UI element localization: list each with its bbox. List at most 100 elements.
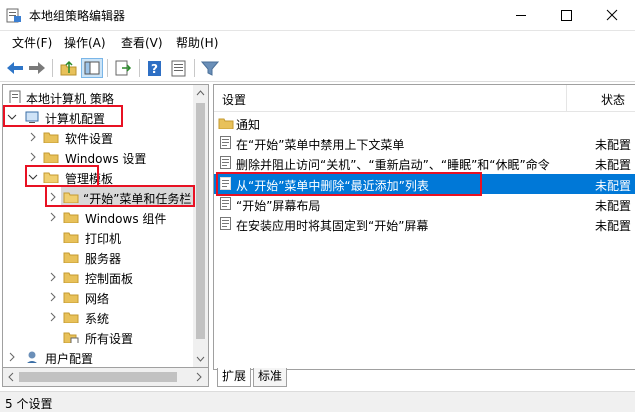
console-tree: 本地计算机 策略 计算机配置 软件设置 Windows 设置 管理模板 “开始”…: [2, 84, 209, 368]
tree-item-local-policy[interactable]: 本地计算机 策略: [3, 87, 193, 107]
list-row-setting[interactable]: 在“开始”菜单中禁用上下文菜单 未配置: [214, 133, 635, 153]
chevron-right-icon: [50, 312, 56, 322]
group-policy-icon: [6, 8, 21, 23]
annotation-box: [216, 172, 482, 196]
filter-button[interactable]: [199, 58, 221, 78]
setting-state: 未配置: [595, 179, 632, 193]
list-row-setting[interactable]: 在安装应用时将其固定到“开始”屏幕 未配置: [214, 214, 635, 234]
menu-bar: 文件(F) 操作(A) 查看(V) 帮助(H): [0, 31, 635, 53]
toolbar: ?: [0, 55, 635, 82]
policy-setting-icon: [220, 217, 231, 230]
tree-item-software-settings[interactable]: 软件设置: [3, 127, 193, 147]
tree-label: 用户配置: [45, 352, 94, 366]
folder-icon: [43, 152, 59, 163]
forward-arrow-icon: [29, 62, 45, 74]
policy-setting-icon: [220, 197, 231, 210]
folder-icon: [43, 132, 59, 143]
tree-label: 打印机: [85, 232, 122, 246]
annotation-box: [3, 105, 123, 127]
folder-icon: [63, 212, 79, 223]
setting-name: 在安装应用时将其固定到“开始”屏幕: [236, 219, 429, 233]
user-icon: [27, 351, 37, 363]
maximize-button[interactable]: [544, 0, 589, 30]
tree-label: 控制面板: [85, 272, 134, 286]
setting-name: “开始”屏幕布局: [236, 199, 321, 213]
back-button[interactable]: [4, 58, 26, 78]
tree-label: 软件设置: [65, 132, 114, 146]
setting-name: 删除并阻止访问“关机”、“重新启动”、“睡眠”和“休眠”命令: [236, 158, 550, 172]
folder-icon: [63, 232, 79, 243]
close-button[interactable]: [590, 0, 635, 30]
tree-item-control-panel[interactable]: 控制面板: [3, 267, 193, 287]
chevron-right-icon: [50, 272, 56, 282]
export-list-button[interactable]: [112, 58, 134, 78]
help-button[interactable]: ?: [144, 58, 166, 78]
chevron-right-icon: [30, 152, 36, 162]
menu-file[interactable]: 文件(F): [12, 34, 52, 51]
back-arrow-icon: [7, 62, 23, 74]
menu-help[interactable]: 帮助(H): [176, 34, 218, 51]
properties-icon: [171, 60, 186, 77]
view-tabs: 扩展 标准: [213, 368, 635, 388]
column-divider: [566, 85, 567, 111]
list-header: 设置 状态: [214, 85, 635, 112]
tree-item-network[interactable]: 网络: [3, 287, 193, 307]
setting-name: 在“开始”菜单中禁用上下文菜单: [236, 138, 405, 152]
forward-button[interactable]: [26, 58, 48, 78]
toolbar-separator: [52, 59, 53, 77]
folder-icon: [63, 252, 79, 263]
tab-standard[interactable]: 标准: [253, 368, 288, 387]
policy-doc-icon: [9, 90, 21, 103]
tree-label: 系统: [85, 312, 110, 326]
list-row-setting[interactable]: “开始”屏幕布局 未配置: [214, 194, 635, 214]
toolbar-separator: [107, 59, 108, 77]
tree-label: Windows 组件: [85, 212, 167, 226]
folder-icon: [218, 118, 234, 129]
setting-name: 通知: [236, 118, 261, 132]
tree-label: 网络: [85, 292, 110, 306]
filter-icon: [200, 61, 220, 76]
tree-horizontal-scrollbar[interactable]: [2, 368, 209, 387]
tab-extended[interactable]: 扩展: [217, 368, 252, 387]
column-header-setting[interactable]: 设置: [222, 91, 246, 108]
tree-item-printers[interactable]: 打印机: [3, 227, 193, 247]
up-folder-icon: [60, 60, 77, 76]
folder-icon: [63, 272, 79, 283]
list-row-setting[interactable]: 删除并阻止访问“关机”、“重新启动”、“睡眠”和“休眠”命令 未配置: [214, 153, 635, 173]
tree-item-user-config[interactable]: 用户配置: [3, 347, 193, 367]
menu-action[interactable]: 操作(A): [64, 34, 106, 51]
toolbar-separator: [139, 59, 140, 77]
export-icon: [115, 60, 132, 76]
tree-vertical-scrollbar[interactable]: [193, 85, 208, 367]
tree-item-all-settings[interactable]: 所有设置: [3, 327, 193, 347]
minimize-button[interactable]: [499, 0, 544, 30]
settings-list-pane: 设置 状态 通知 在“开始”菜单中禁用上下文菜单 未配置 删除并阻止访问“关机”…: [213, 84, 635, 370]
policy-setting-icon: [220, 136, 231, 149]
status-text: 5 个设置: [5, 397, 53, 411]
policy-setting-icon: [220, 156, 231, 169]
setting-state: 未配置: [595, 199, 632, 213]
up-folder-button[interactable]: [58, 58, 80, 78]
tree-item-windows-settings[interactable]: Windows 设置: [3, 147, 193, 167]
tree-label: 服务器: [85, 252, 122, 266]
chevron-right-icon: [9, 352, 15, 362]
chevron-right-icon: [50, 292, 56, 302]
folder-icon: [63, 312, 79, 323]
show-hide-tree-button[interactable]: [81, 58, 103, 78]
help-icon: ?: [148, 61, 161, 76]
toolbar-separator: [194, 59, 195, 77]
svg-text:?: ?: [151, 62, 158, 76]
setting-state: 未配置: [595, 158, 632, 172]
list-row-notifications[interactable]: 通知: [214, 113, 635, 133]
chevron-right-icon: [50, 212, 56, 222]
title-bar: 本地组策略编辑器: [0, 0, 635, 31]
console-tree-icon: [84, 61, 100, 75]
tree-item-server[interactable]: 服务器: [3, 247, 193, 267]
properties-button[interactable]: [168, 58, 190, 78]
tree-item-windows-components[interactable]: Windows 组件: [3, 207, 193, 227]
column-header-state[interactable]: 状态: [601, 91, 625, 108]
folder-icon: [63, 292, 79, 303]
menu-view[interactable]: 查看(V): [121, 34, 163, 51]
annotation-box: [45, 185, 195, 207]
tree-item-system[interactable]: 系统: [3, 307, 193, 327]
